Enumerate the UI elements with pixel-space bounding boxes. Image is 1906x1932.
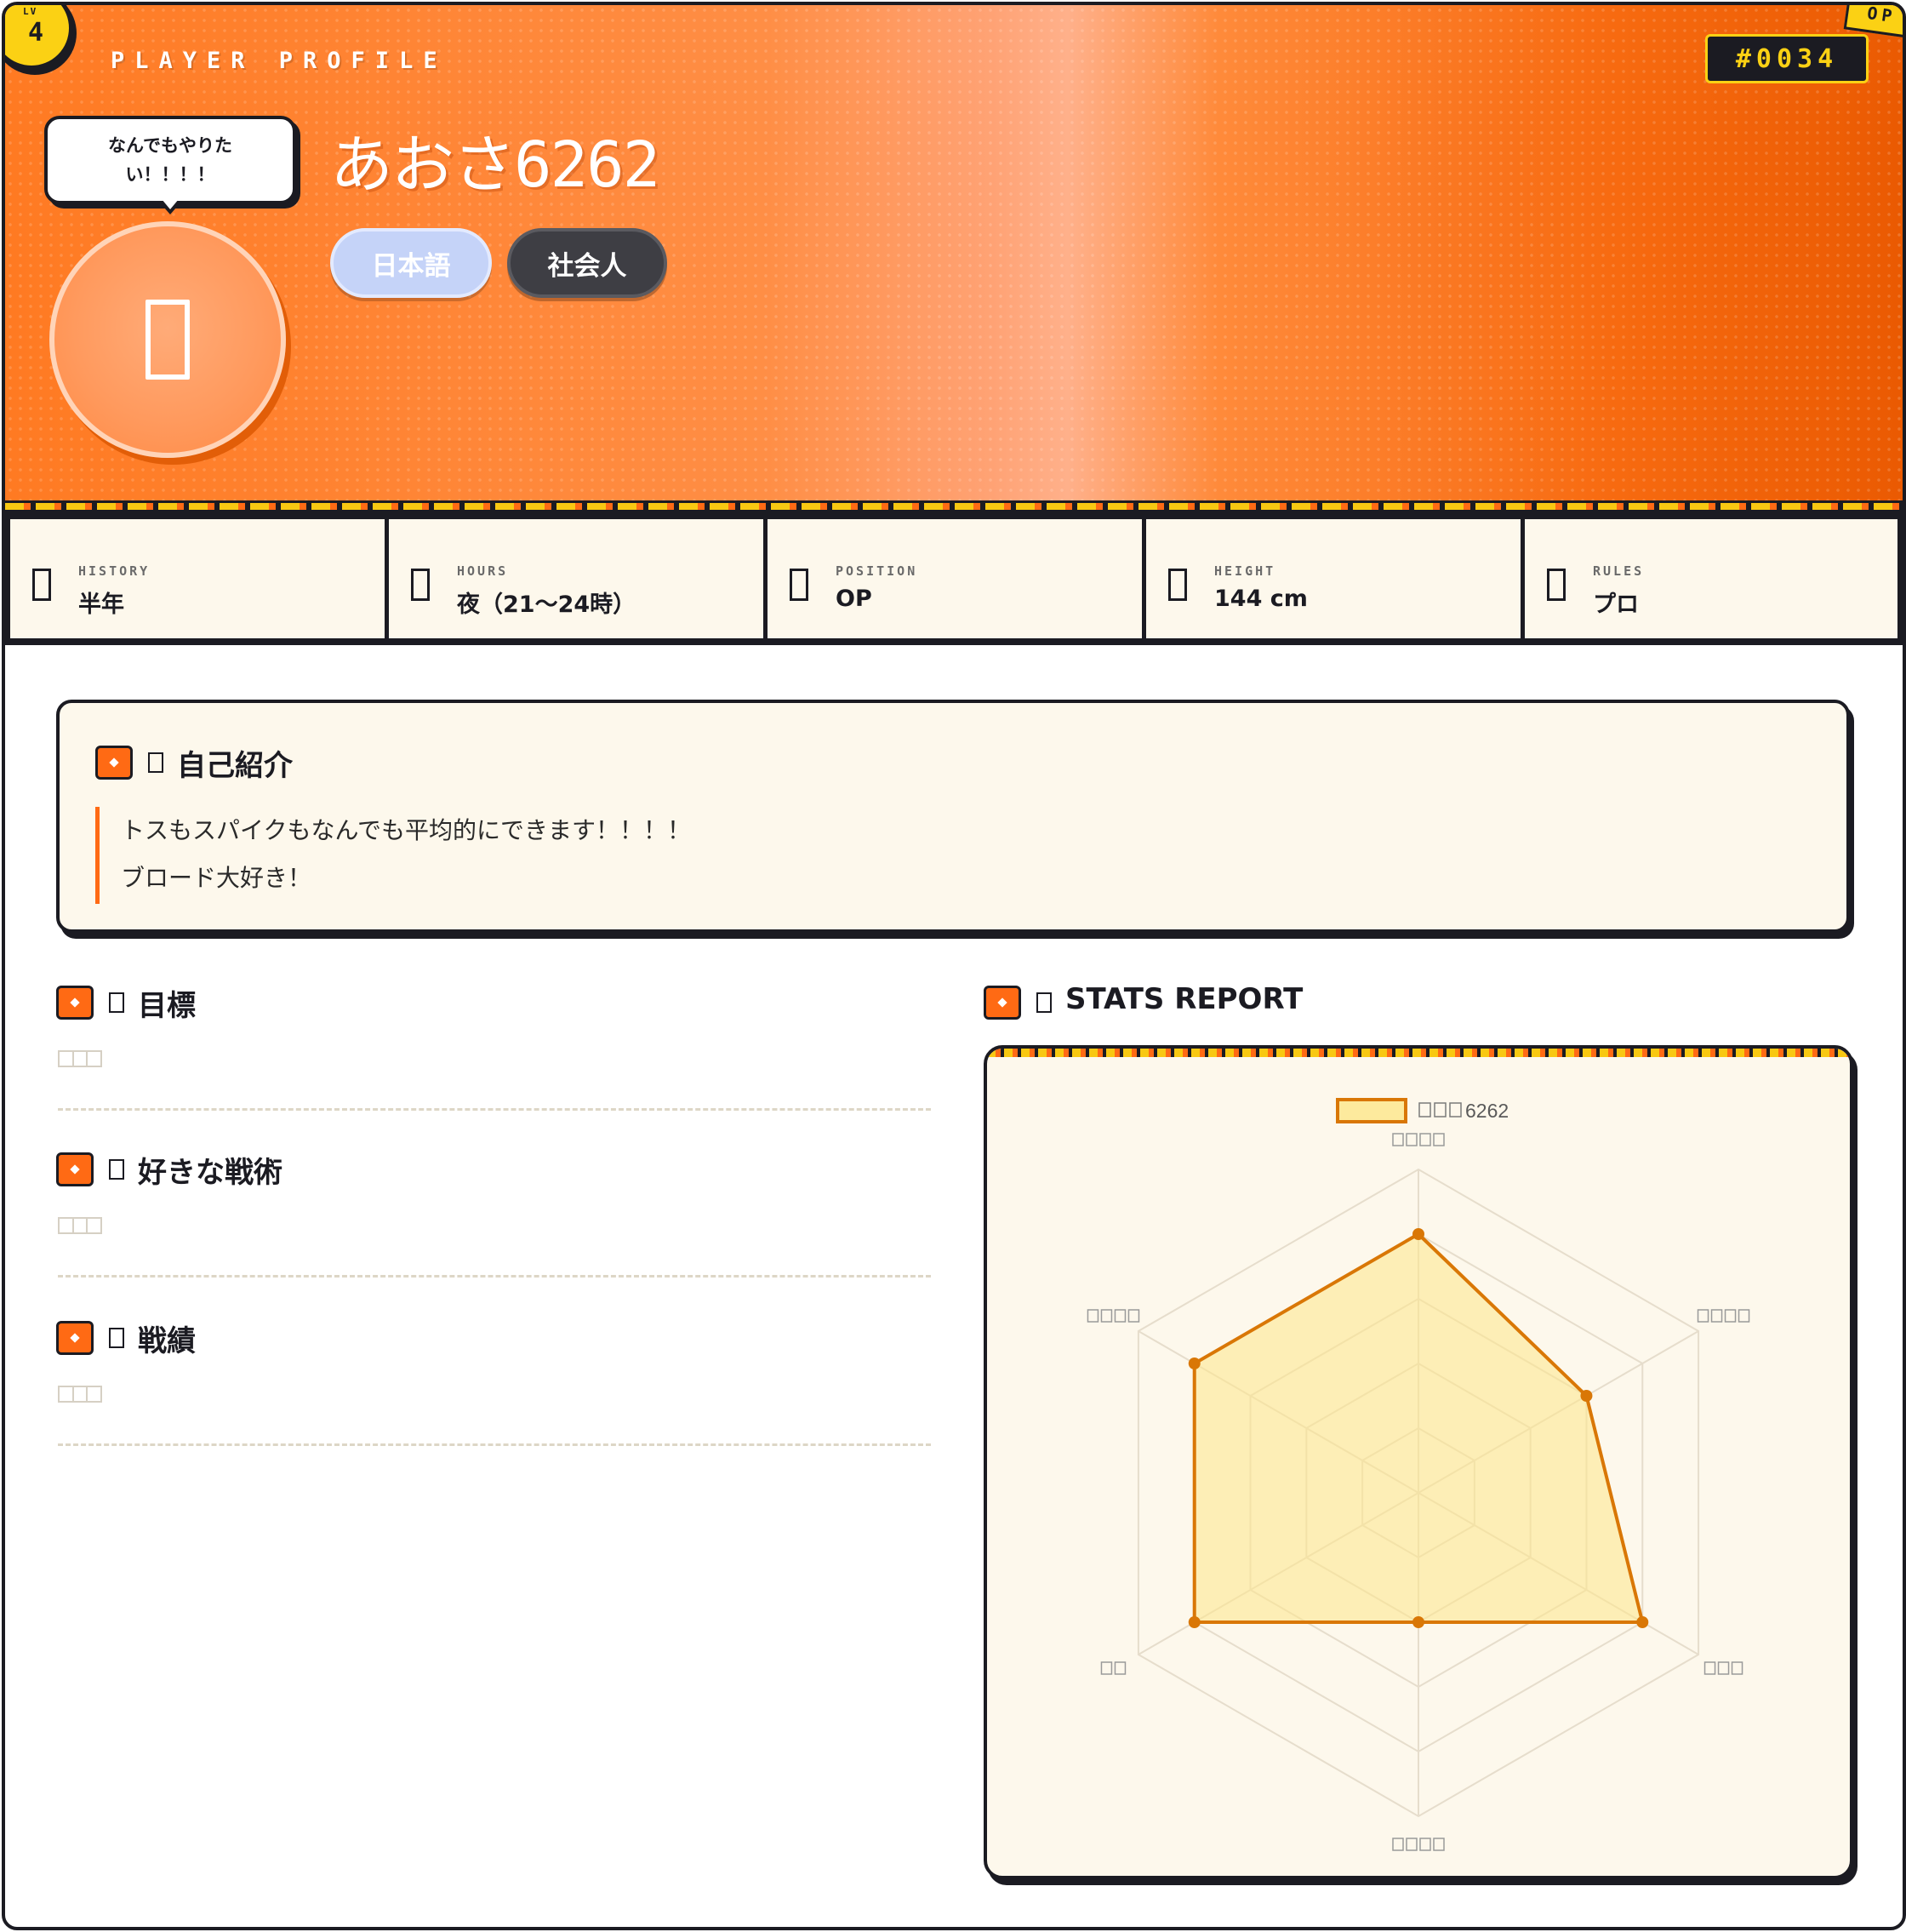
radar-point xyxy=(1412,1616,1424,1628)
radar-point xyxy=(1580,1390,1593,1402)
stat-key: POSITION xyxy=(836,563,918,579)
tactics-icon xyxy=(109,1159,124,1180)
stat-value: 半年 xyxy=(78,592,124,618)
section-title-goal: 目標 xyxy=(138,989,196,1023)
speech-icon xyxy=(148,752,163,773)
intro-line: ブロード大好き！ xyxy=(121,864,312,892)
chart-icon xyxy=(1036,992,1052,1013)
clock-icon xyxy=(411,569,430,601)
section-title-tactics: 好きな戦術 xyxy=(138,1156,282,1190)
radar-series-area xyxy=(1192,1232,1645,1624)
radar-legend-glyph xyxy=(1449,1102,1462,1117)
hero-divider-stripe xyxy=(5,500,1903,512)
hero-banner: PLAYER PROFILE #0034 OP なんでもやりたい！！！！ あおさ… xyxy=(5,5,1903,500)
section-label: PLAYER PROFILE xyxy=(111,48,448,74)
section-divider xyxy=(58,1275,931,1278)
stat-key: HISTORY xyxy=(78,563,151,579)
stat-height: HEIGHT 144 cm xyxy=(1146,519,1521,638)
player-id-badge: #0034 xyxy=(1705,34,1869,83)
section-title-record: 戦績 xyxy=(138,1324,196,1358)
stat-key: HOURS xyxy=(457,563,509,579)
stat-value: 144 cm xyxy=(1214,586,1308,612)
empty-placeholder xyxy=(58,1217,102,1234)
stat-key: HEIGHT xyxy=(1214,563,1276,579)
occupation-tag[interactable]: 社会人 xyxy=(507,228,667,298)
stat-value: OP xyxy=(836,586,872,612)
avatar xyxy=(49,221,286,458)
radar-legend-glyph xyxy=(1434,1102,1447,1117)
corner-tag-text: OP xyxy=(1865,2,1898,27)
intro-line: トスもスパイクもなんでも平均的にできます！！！！ xyxy=(121,816,692,844)
stat-value: プロ xyxy=(1593,592,1639,618)
player-name: あおさ6262 xyxy=(330,129,660,202)
quote-bar xyxy=(95,807,100,904)
section-title: 自己紹介 xyxy=(177,749,293,783)
empty-placeholder xyxy=(58,1050,102,1067)
level-number: 4 xyxy=(28,18,44,48)
stats-row: HISTORY 半年 HOURS 夜（21〜24時） POSITION OP H… xyxy=(5,512,1903,645)
radar-point xyxy=(1412,1228,1424,1240)
section-divider xyxy=(58,1108,931,1111)
level-label: LV xyxy=(23,6,38,17)
radar-axis-label xyxy=(1697,1309,1750,1323)
section-badge-icon xyxy=(984,986,1021,1020)
radar-axis-label xyxy=(1392,1838,1445,1851)
radar-point xyxy=(1636,1616,1649,1628)
radar-point xyxy=(1188,1616,1201,1628)
radar-legend-swatch xyxy=(1336,1098,1407,1123)
section-badge-icon xyxy=(56,1321,94,1355)
stat-key: RULES xyxy=(1593,563,1645,579)
radar-point xyxy=(1188,1358,1201,1369)
language-tag-label: 日本語 xyxy=(371,250,451,282)
radar-legend-glyph xyxy=(1418,1102,1431,1117)
radar-axis-label xyxy=(1100,1661,1127,1675)
occupation-tag-label: 社会人 xyxy=(547,250,627,282)
stat-history: HISTORY 半年 xyxy=(10,519,385,638)
speech-bubble: なんでもやりたい！！！！ xyxy=(44,116,296,204)
stat-rules: RULES プロ xyxy=(1525,519,1897,638)
section-badge-icon xyxy=(95,746,133,780)
radar-axis-label xyxy=(1703,1661,1743,1675)
radar-axis-label xyxy=(1087,1309,1140,1323)
trophy-icon xyxy=(1547,569,1566,601)
calendar-icon xyxy=(32,569,51,601)
stat-hours: HOURS 夜（21〜24時） xyxy=(389,519,763,638)
ruler-icon xyxy=(1168,569,1187,601)
radar-axis-label xyxy=(1392,1133,1445,1146)
target-icon xyxy=(109,992,124,1013)
section-badge-icon xyxy=(56,986,94,1020)
user-icon xyxy=(146,300,190,380)
stat-value: 夜（21〜24時） xyxy=(457,592,636,618)
radar-chart-card: 6262 xyxy=(984,1045,1853,1879)
self-intro-card: 自己紹介 トスもスパイクもなんでも平均的にできます！！！！ ブロード大好き！ xyxy=(56,700,1850,933)
section-badge-icon xyxy=(56,1152,94,1186)
profile-card: PLAYER PROFILE #0034 OP なんでもやりたい！！！！ あおさ… xyxy=(2,2,1906,1930)
empty-placeholder xyxy=(58,1386,102,1403)
volleyball-icon xyxy=(790,569,808,601)
stat-position: POSITION OP xyxy=(768,519,1142,638)
section-divider xyxy=(58,1443,931,1446)
radar-legend-label: 6262 xyxy=(1465,1100,1509,1122)
stats-report-title: STATS REPORT xyxy=(1065,982,1304,1016)
medal-icon xyxy=(109,1328,124,1348)
radar-chart: 6262 xyxy=(1087,1098,1750,1851)
language-tag[interactable]: 日本語 xyxy=(330,228,492,298)
speech-bubble-tail-inner xyxy=(162,199,179,209)
speech-text: なんでもやりたい！！！！ xyxy=(108,135,232,185)
